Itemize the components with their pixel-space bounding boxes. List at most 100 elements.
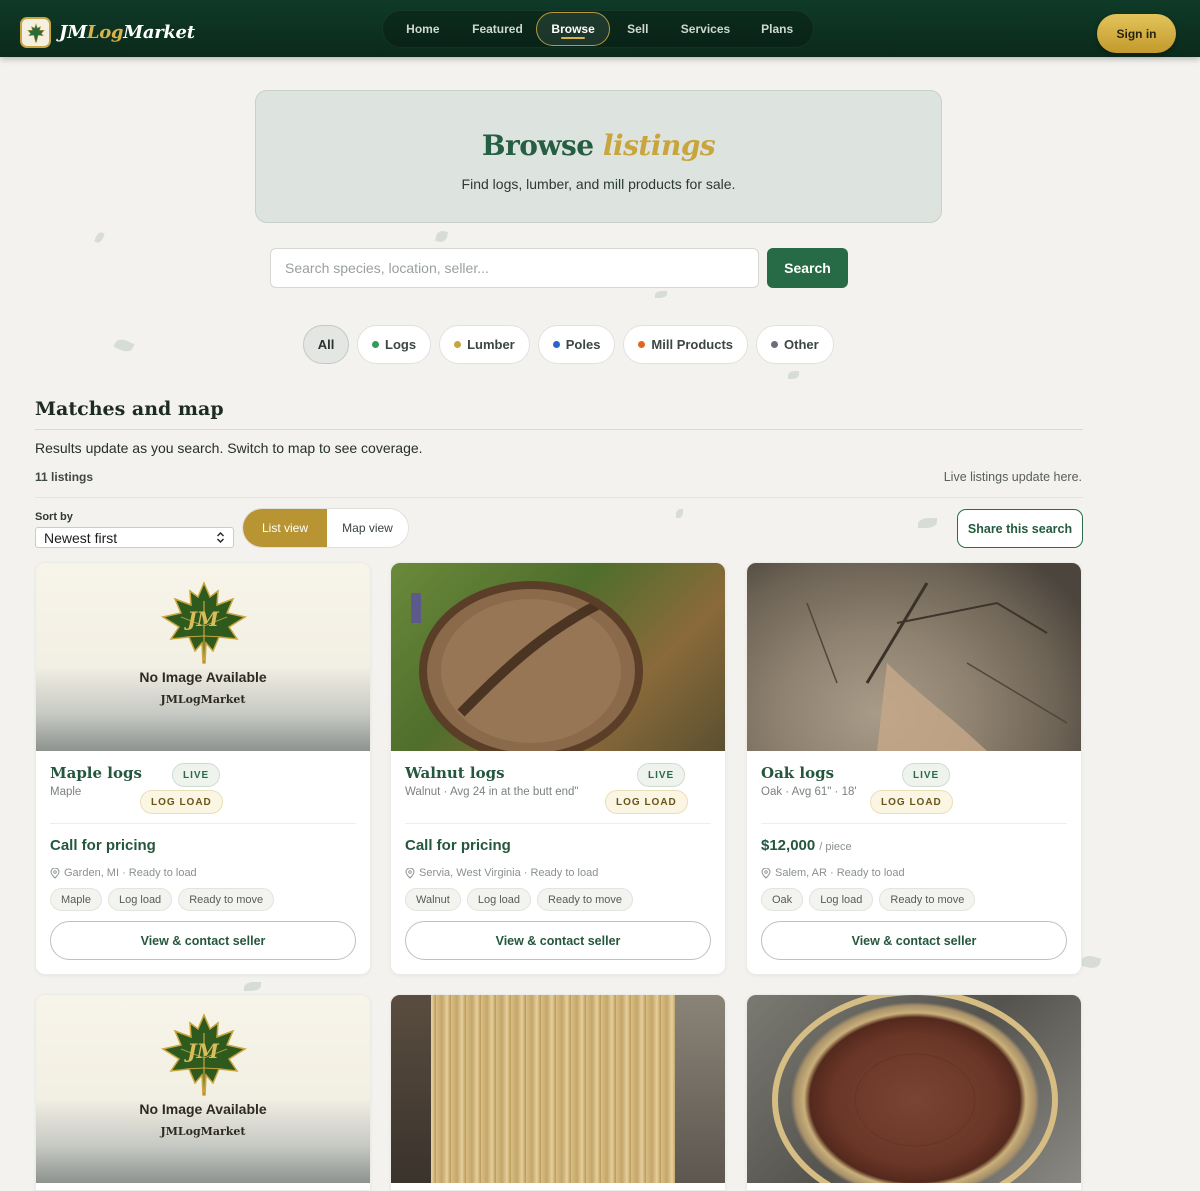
listing-card[interactable]: JM No Image Available JMLogMarket Maple … (35, 562, 371, 975)
log-load-badge: LOG LOAD (605, 790, 688, 814)
location-pin-icon (405, 867, 415, 879)
filter-chip-all[interactable]: All (303, 325, 349, 364)
tag[interactable]: Ready to move (879, 888, 976, 911)
listing-card-body: Maple logs Maple LIVE LOG LOAD Call for … (36, 751, 370, 974)
decorative-leaf (918, 518, 937, 528)
log-load-badge: LOG LOAD (140, 790, 223, 814)
list-view-button[interactable]: List view (243, 509, 327, 547)
sort-label: Sort by (35, 511, 73, 523)
section-description: Results update as you search. Switch to … (35, 440, 423, 456)
brand-logo[interactable]: JMLogMarket (20, 17, 195, 48)
tag[interactable]: Maple (50, 888, 102, 911)
filter-chip-lumber[interactable]: Lumber (439, 325, 530, 364)
listing-card[interactable]: Oak logs Oak · Avg 61" · 18' LIVE LOG LO… (746, 562, 1082, 975)
category-filters: All Logs Lumber Poles Mill Products Othe… (303, 325, 834, 364)
listing-photo (747, 995, 1081, 1183)
filter-chip-mill-products[interactable]: Mill Products (623, 325, 749, 364)
search-button[interactable]: Search (767, 248, 848, 288)
category-dot-icon (638, 341, 646, 348)
view-contact-seller-button[interactable]: View & contact seller (761, 921, 1067, 960)
filter-chip-other[interactable]: Other (756, 325, 834, 364)
listing-card[interactable]: JM No Image Available JMLogMarket (35, 994, 371, 1191)
walnut-log-photo (411, 581, 643, 751)
nav-services[interactable]: Services (666, 12, 746, 46)
listing-card[interactable] (746, 994, 1082, 1191)
log-load-badge: LOG LOAD (870, 790, 953, 814)
listing-photo (391, 995, 725, 1183)
nav-plans[interactable]: Plans (745, 12, 809, 46)
filter-chip-poles[interactable]: Poles (537, 325, 616, 364)
brand-name: JMLogMarket (59, 22, 195, 43)
listing-price: Call for pricing (405, 837, 511, 854)
listing-price: Call for pricing (50, 837, 156, 854)
controls-divider (35, 497, 1083, 498)
decorative-leaf (1079, 953, 1102, 971)
search-input[interactable] (270, 248, 759, 288)
listing-tags: Oak Log load Ready to move (761, 888, 976, 911)
listing-subtitle: Oak · Avg 61" · 18' (761, 786, 857, 798)
card-divider (405, 823, 711, 824)
page-title: Browse listings (481, 129, 716, 162)
live-badge: LIVE (637, 763, 686, 787)
listing-card[interactable]: Walnut logs Walnut · Avg 24 in at the bu… (390, 562, 726, 975)
listing-location: Garden, MI · Ready to load (50, 867, 197, 879)
listing-count: 11 listings (35, 470, 94, 484)
tag[interactable]: Ready to move (537, 888, 634, 911)
logo-monogram: JM (187, 607, 219, 631)
card-divider (761, 823, 1067, 824)
view-contact-seller-button[interactable]: View & contact seller (405, 921, 711, 960)
tag[interactable]: Oak (761, 888, 804, 911)
sort-select[interactable]: Newest first (35, 527, 234, 548)
hero-banner: Browse listings Find logs, lumber, and m… (255, 90, 942, 223)
section-divider (35, 429, 1083, 430)
decorative-leaf (94, 231, 105, 244)
primary-nav: Home Featured Browse Sell Services Plans (382, 10, 814, 48)
tag[interactable]: Ready to move (178, 888, 275, 911)
view-toggle: List view Map view (242, 508, 409, 548)
tag[interactable]: Log load (809, 888, 874, 911)
decorative-leaf (655, 291, 667, 298)
filter-chip-logs[interactable]: Logs (357, 325, 432, 364)
listing-location: Salem, AR · Ready to load (761, 867, 905, 879)
stump-photo (772, 995, 1058, 1183)
listing-title: Oak logs (761, 764, 835, 782)
tag[interactable]: Log load (107, 888, 173, 911)
nav-browse[interactable]: Browse (536, 12, 610, 46)
nav-featured[interactable]: Featured (459, 12, 537, 46)
card-divider (50, 823, 356, 824)
sign-in-button[interactable]: Sign in (1097, 14, 1176, 53)
listing-subtitle: Maple (50, 786, 82, 798)
category-dot-icon (552, 341, 560, 348)
category-dot-icon (372, 341, 379, 348)
listing-image-placeholder: JM No Image Available JMLogMarket (36, 563, 370, 751)
listing-price: $12,000/ piece (761, 837, 852, 854)
view-contact-seller-button[interactable]: View & contact seller (50, 921, 356, 960)
listing-card-body: Oak logs Oak · Avg 61" · 18' LIVE LOG LO… (747, 751, 1081, 974)
updown-chevron-icon (216, 531, 225, 544)
listing-card-body: Walnut logs Walnut · Avg 24 in at the bu… (391, 751, 725, 974)
location-pin-icon (50, 867, 60, 879)
logo-monogram: JM (187, 1039, 219, 1063)
share-search-button[interactable]: Share this search (957, 509, 1083, 548)
decorative-leaf (435, 230, 448, 243)
map-view-button[interactable]: Map view (327, 509, 408, 547)
nav-home[interactable]: Home (387, 12, 459, 46)
decorative-leaf (113, 336, 135, 355)
top-nav-bar: JMLogMarket Home Featured Browse Sell Se… (0, 0, 1200, 57)
page-subtitle: Find logs, lumber, and mill products for… (461, 176, 736, 192)
listing-tags: Walnut Log load Ready to move (405, 888, 634, 911)
listing-title: Walnut logs (405, 764, 505, 782)
listing-image-placeholder: JM No Image Available JMLogMarket (36, 995, 370, 1183)
section-title: Matches and map (35, 398, 224, 420)
category-dot-icon (771, 341, 779, 348)
oak-log-photo (806, 582, 1068, 751)
tag[interactable]: Log load (466, 888, 532, 911)
tag[interactable]: Walnut (405, 888, 461, 911)
live-note: Live listings update here. (943, 470, 1082, 484)
listing-card[interactable] (390, 994, 726, 1191)
nav-sell[interactable]: Sell (610, 12, 666, 46)
listing-photo (391, 563, 725, 751)
decorative-leaf (676, 509, 683, 518)
decorative-leaf (244, 982, 261, 991)
listing-subtitle: Walnut · Avg 24 in at the butt end" (405, 786, 579, 798)
